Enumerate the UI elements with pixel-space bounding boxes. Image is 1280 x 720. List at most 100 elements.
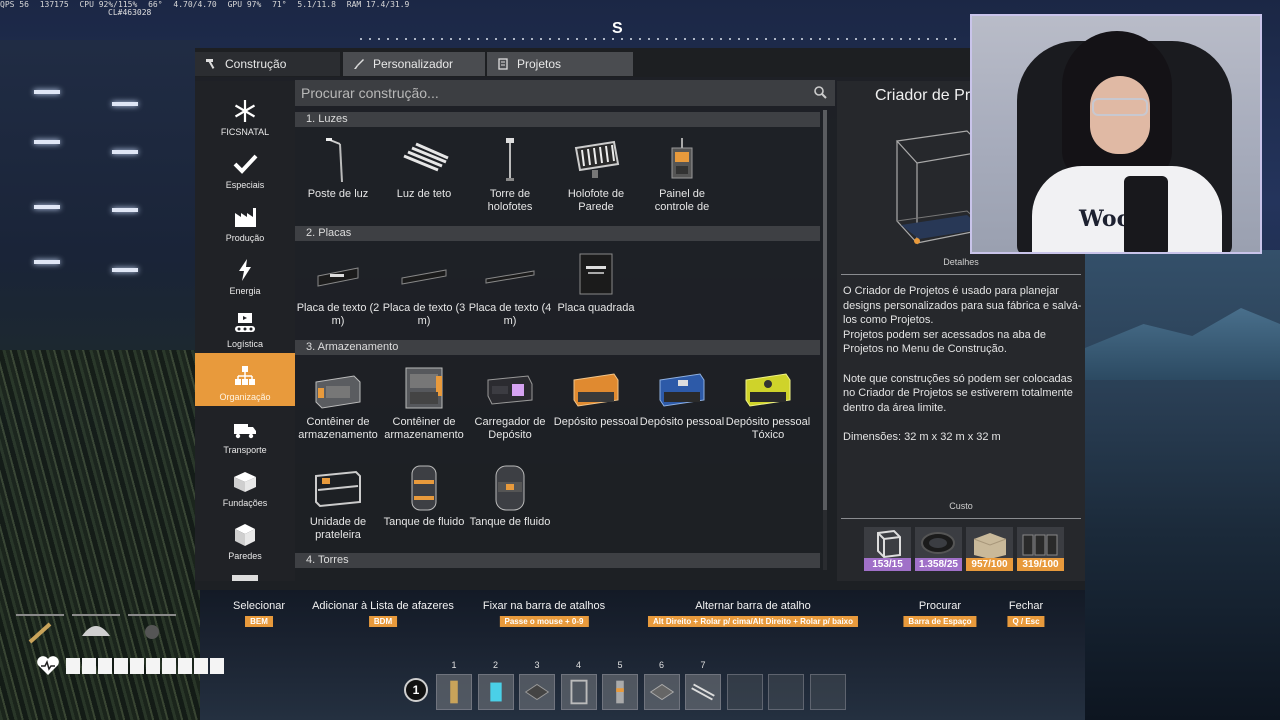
control-panel-icon	[671, 138, 693, 179]
equipment-slot	[128, 614, 176, 646]
hint-fixar-barra: Fixar na barra de atalhos Passe o mouse …	[483, 600, 605, 627]
factory-icon	[235, 208, 256, 227]
item-conteiner-armazenamento-1[interactable]: Contêiner de armazenamento	[295, 356, 381, 456]
category-organizacao[interactable]: Organização	[195, 353, 295, 406]
item-placa-2m[interactable]: Placa de texto (2 m)	[295, 242, 381, 342]
scrollbar-thumb[interactable]	[823, 110, 827, 510]
item-name: Luz de teto	[396, 188, 452, 200]
cost-list: 153/15 1.358/25 957/100 319/100	[864, 527, 1064, 571]
shelf-unit-icon	[315, 470, 361, 508]
control-hints: Selecionar BEM Adicionar à Lista de afaz…	[0, 600, 1280, 634]
category-fundacoes[interactable]: Fundações	[195, 459, 295, 512]
item-name: Depósito pessoal Tóxico	[725, 416, 811, 441]
health-segment	[210, 658, 224, 674]
category-energia[interactable]: Energia	[195, 247, 295, 300]
xeno-zapper-icon	[28, 622, 52, 644]
item-carregador-deposito[interactable]: Carregador de Depósito	[467, 356, 553, 456]
hotbar-slot[interactable]	[685, 674, 721, 710]
category-ficsnatal[interactable]: FICSNATAL	[195, 88, 295, 141]
equipment-slots	[16, 610, 178, 650]
description-paragraph: O Criador de Projetos é usado para plane…	[843, 285, 1082, 327]
hotbar-page-badge[interactable]: 1	[404, 678, 428, 702]
hint-label: Fixar na barra de atalhos	[482, 600, 606, 612]
sign-2m-icon	[317, 267, 359, 287]
tab-personalizador[interactable]: Personalizador	[343, 52, 485, 76]
category-label: Produção	[225, 233, 265, 243]
hotbar-slot-number: 3	[534, 660, 540, 670]
category-label: FICSNATAL	[220, 127, 270, 137]
detail-description: O Criador de Projetos é usado para plane…	[843, 284, 1083, 459]
category-especiais[interactable]: Especiais	[195, 141, 295, 194]
category-label: Energia	[229, 286, 261, 296]
cost-item-concrete: 957/100	[966, 527, 1013, 571]
search-input[interactable]	[301, 85, 801, 101]
item-torre-de-holofotes[interactable]: Torre de holofotes	[467, 128, 553, 228]
concrete-icon	[973, 533, 1007, 559]
cost-value: 957/100	[966, 558, 1013, 571]
hotbar-slot[interactable]	[519, 674, 555, 710]
item-name: Placa de texto (3 m)	[382, 302, 466, 327]
build-number: CL#463028	[108, 8, 152, 17]
hotbar-slot-number: 1	[451, 660, 457, 670]
item-name: Placa quadrada	[557, 302, 635, 314]
health-segment	[66, 658, 80, 674]
search-bar[interactable]	[295, 80, 835, 106]
item-tanque-de-fluido-1[interactable]: Tanque de fluido	[381, 456, 467, 556]
frame-icon	[877, 529, 901, 559]
item-placa-3m[interactable]: Placa de texto (3 m)	[381, 242, 467, 342]
conveyor-icon	[235, 313, 255, 332]
item-placa-4m[interactable]: Placa de texto (4 m)	[467, 242, 553, 342]
hint-label: Adicionar à Lista de afazeres	[312, 600, 454, 612]
tab-label: Projetos	[517, 57, 562, 71]
category-logistica[interactable]: Logística	[195, 300, 295, 353]
tab-construcao[interactable]: Construção	[195, 52, 340, 76]
item-name: Poste de luz	[307, 188, 369, 200]
hotbar-slot[interactable]	[643, 674, 680, 710]
hotbar-slot[interactable]	[768, 674, 804, 710]
item-holofote-de-parede[interactable]: Holofote de Parede	[553, 128, 639, 228]
item-name: Contêiner de armazenamento	[298, 416, 378, 441]
build-item-list: 1. Luzes Poste de luz Luz de teto Torre …	[295, 110, 835, 580]
health-bar	[36, 656, 226, 676]
build-tabs: Construção Personalizador Projetos	[195, 48, 1085, 77]
hotbar-slot[interactable]	[477, 674, 514, 710]
item-placa-quadrada[interactable]: Placa quadrada	[553, 242, 639, 342]
item-luz-de-teto[interactable]: Luz de teto	[381, 128, 467, 228]
steel-beam-icon	[1022, 534, 1058, 556]
category-paredes[interactable]: Paredes	[195, 512, 295, 565]
item-deposito-pessoal-toxico[interactable]: Depósito pessoal Tóxico	[725, 356, 811, 456]
performance-stats: QPS 56 137175 CPU 92%/115% 66° 4.70/4.70…	[0, 0, 415, 10]
category-producao[interactable]: Produção	[195, 194, 295, 247]
item-deposito-pessoal-2[interactable]: Depósito pessoal	[639, 356, 725, 456]
personal-locker-icon	[573, 373, 619, 407]
webcam-microphone	[1124, 176, 1168, 252]
hint-label: Selecionar	[233, 600, 285, 612]
item-unidade-prateleira[interactable]: Unidade de prateleira	[295, 456, 381, 556]
cost-value: 1.358/25	[915, 558, 962, 571]
hotbar-slot[interactable]	[602, 674, 638, 710]
search-icon[interactable]	[813, 85, 827, 99]
tab-projetos[interactable]: Projetos	[487, 52, 633, 76]
item-deposito-pessoal-1[interactable]: Depósito pessoal	[553, 356, 639, 456]
category-label: Logística	[226, 339, 264, 349]
cost-item-frame: 153/15	[864, 527, 911, 571]
item-list-scrollbar[interactable]	[823, 110, 827, 570]
floodlight-tower-icon	[506, 138, 514, 181]
health-segment	[194, 658, 208, 674]
item-painel-de-controle[interactable]: Painel de controle de	[639, 128, 725, 228]
hotbar-slot[interactable]	[436, 674, 472, 710]
compass-scale	[360, 38, 960, 40]
item-tanque-de-fluido-2[interactable]: Tanque de fluido	[467, 456, 553, 556]
description-paragraph: Note que construções só podem ser coloca…	[843, 372, 1073, 414]
category-transporte[interactable]: Transporte	[195, 406, 295, 459]
item-poste-de-luz[interactable]: Poste de luz	[295, 128, 381, 228]
hotbar-slot[interactable]	[809, 674, 846, 710]
item-name: Depósito pessoal	[639, 416, 725, 428]
item-conteiner-armazenamento-2[interactable]: Contêiner de armazenamento	[381, 356, 467, 456]
hotbar-slot[interactable]	[560, 674, 597, 710]
detail-separator	[841, 274, 1081, 275]
dimensional-depot-icon	[487, 375, 533, 405]
webcam-person-glasses	[1092, 98, 1148, 116]
hotbar-slot[interactable]	[726, 674, 763, 710]
hint-selecionar: Selecionar BEM	[233, 600, 285, 627]
